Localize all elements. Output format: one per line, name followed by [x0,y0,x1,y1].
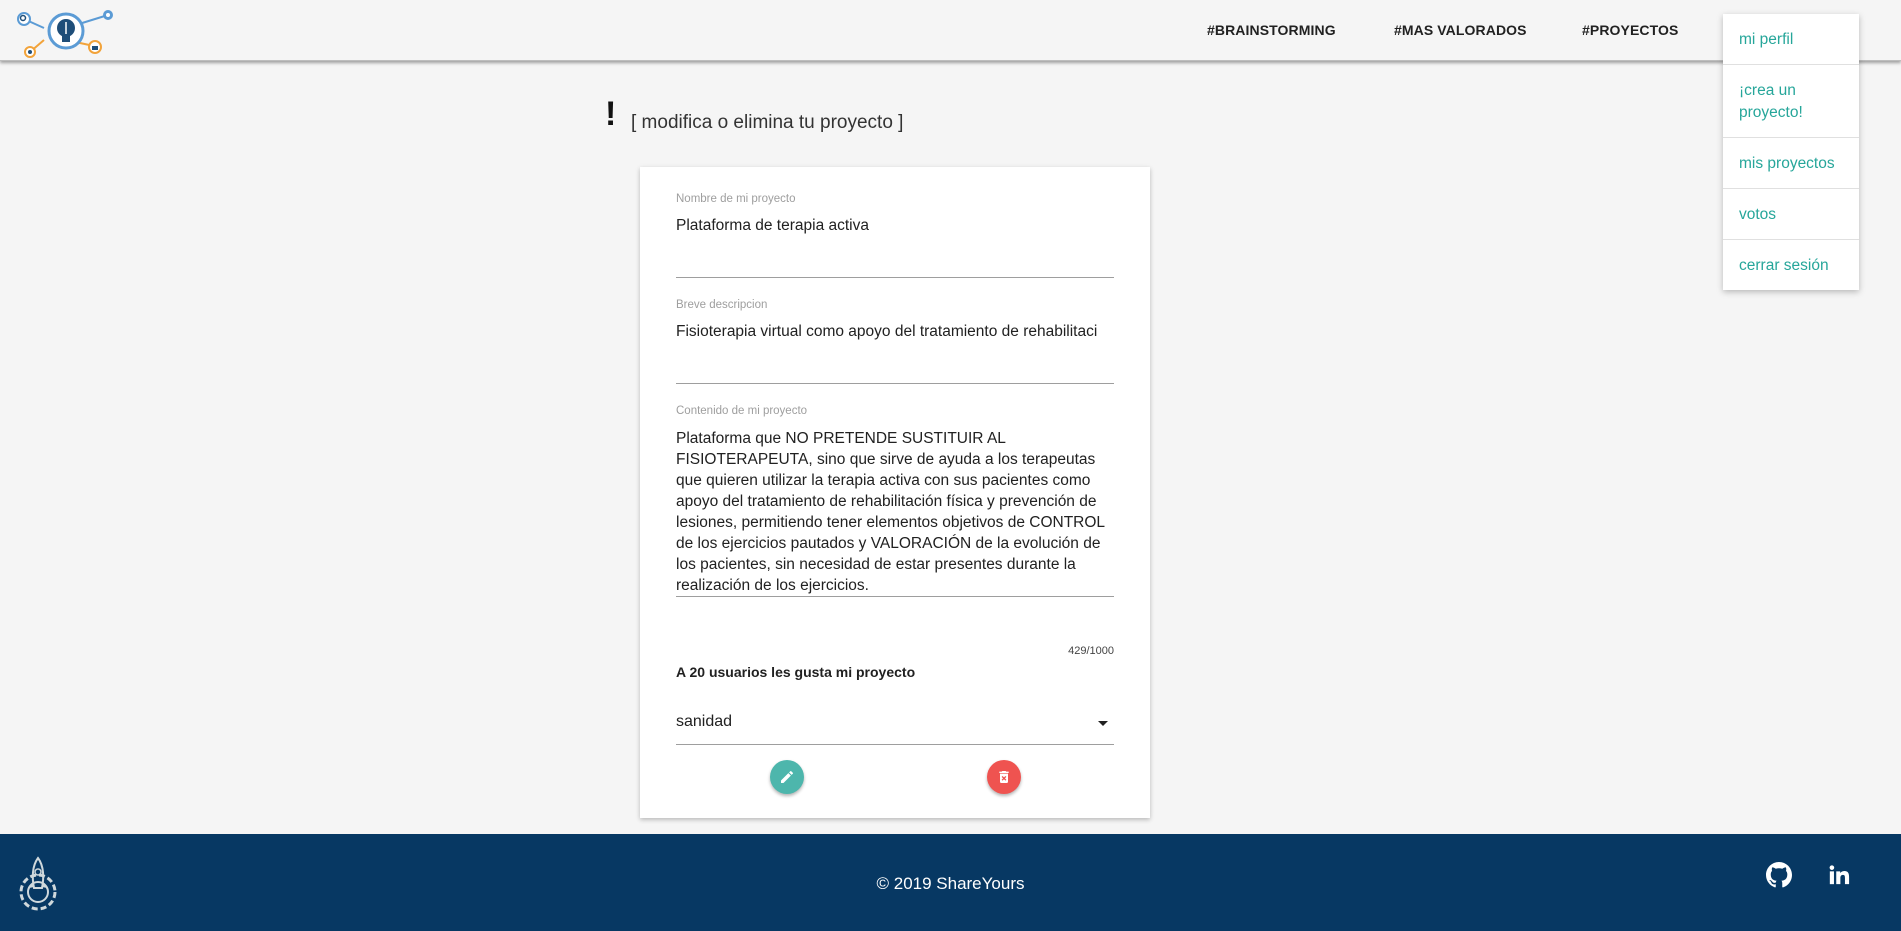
description-field: Breve descripcion Fisioterapia virtual c… [676,299,1114,384]
content-textarea[interactable]: Plataforma que NO PRETENDE SUSTITUIR AL … [676,428,1114,596]
linkedin-icon[interactable] [1828,864,1850,891]
content-underline [676,596,1114,597]
edit-button[interactable] [770,760,804,794]
character-counter: 429/1000 [1068,645,1114,657]
nav-link-mas-valorados[interactable]: #MAS VALORADOS [1394,22,1527,38]
menu-item-votos[interactable]: votos [1723,189,1859,240]
copyright-text: © 2019 ShareYours [876,874,1025,893]
menu-item-cerrar-sesion[interactable]: cerrar sesión [1723,240,1859,290]
description-input[interactable]: Fisioterapia virtual como apoyo del trat… [676,323,1114,341]
description-underline [676,383,1114,384]
category-select[interactable]: sanidad [676,707,1114,745]
delete-icon [999,771,1009,783]
category-selected-value: sanidad [676,713,733,730]
exclamation-icon: ! [605,95,617,133]
edit-icon [781,770,794,783]
description-label: Breve descripcion [676,299,768,311]
nav-link-proyectos[interactable]: #PROYECTOS [1582,22,1678,38]
likes-count-text: A 20 usuarios les gusta mi proyecto [676,664,916,680]
nav-link-brainstorming[interactable]: #BRAINSTORMING [1207,22,1336,38]
logo-icon[interactable] [14,6,120,60]
delete-button[interactable] [987,760,1021,794]
project-edit-card: Nombre de mi proyecto Plataforma de tera… [640,167,1150,818]
user-dropdown-menu: mi perfil ¡crea un proyecto! mis proyect… [1723,14,1859,290]
project-name-field: Nombre de mi proyecto Plataforma de tera… [676,193,1114,278]
project-name-label: Nombre de mi proyecto [676,193,796,205]
footer: © 2019 ShareYours [0,834,1901,931]
content-label: Contenido de mi proyecto [676,405,808,417]
project-name-input[interactable]: Plataforma de terapia activa [676,217,1114,235]
menu-item-mi-perfil[interactable]: mi perfil [1723,14,1859,65]
content-field: Contenido de mi proyecto Plataforma que … [676,405,1114,605]
project-name-underline [676,277,1114,278]
navbar: #BRAINSTORMING #MAS VALORADOS #PROYECTOS [0,0,1901,61]
menu-item-crea-proyecto[interactable]: ¡crea un proyecto! [1723,65,1859,138]
github-icon[interactable] [1766,862,1792,893]
chevron-down-icon [1098,721,1108,726]
menu-item-mis-proyectos[interactable]: mis proyectos [1723,138,1859,189]
page-title: [ modifica o elimina tu proyecto ] [631,112,904,133]
